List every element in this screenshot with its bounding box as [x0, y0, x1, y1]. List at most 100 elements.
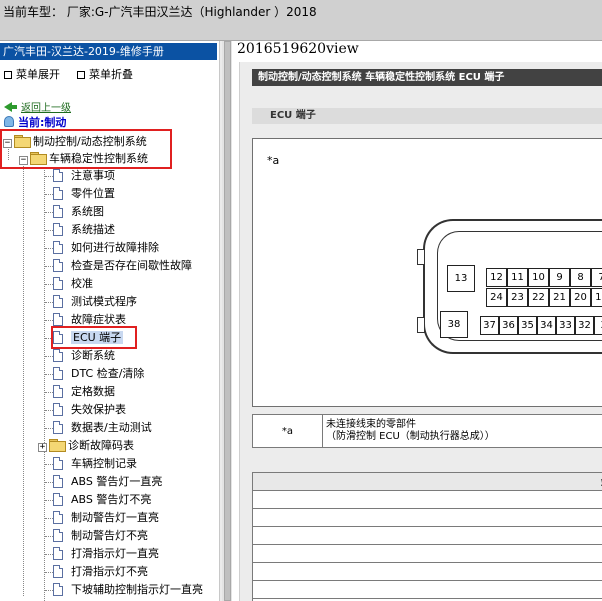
tree-item[interactable]: 诊断系统 [45, 347, 115, 365]
tree-item[interactable]: 检查是否存在间歇性故障 [45, 257, 192, 275]
connector-pin: 13 [447, 265, 475, 292]
tree-item[interactable]: ABS 警告灯一直亮 [45, 473, 163, 491]
connector-pin: 24 [486, 288, 507, 307]
highlight-box-selected-item [51, 326, 137, 349]
document-icon [53, 169, 63, 182]
current-location-label: 当前:制动 [18, 116, 67, 129]
content-panel: 2016519620view 制动控制/动态控制系统 车辆稳定性控制系统 ECU… [233, 41, 602, 601]
tree-item[interactable]: 制动警告灯一直亮 [45, 509, 159, 527]
connector-pin: 35 [518, 316, 537, 335]
connector-pin: 10 [528, 268, 549, 287]
connector-pin: 19 [591, 288, 602, 307]
back-link[interactable]: 返回上一级 [4, 99, 71, 114]
tree-item-label: 打滑指示灯不亮 [71, 565, 148, 578]
connector-pin: 36 [499, 316, 518, 335]
table-row [252, 490, 602, 509]
tree-item[interactable]: 制动警告灯不亮 [45, 527, 148, 545]
document-icon [53, 457, 63, 470]
expand-menu-button[interactable]: 菜单展开 [4, 66, 60, 82]
tree-item[interactable]: ABS 警告灯不亮 [45, 491, 151, 509]
tree-item[interactable]: 打滑指示灯不亮 [45, 563, 148, 581]
section-title: ECU 端子 [252, 108, 602, 124]
view-id: 2016519620view [237, 41, 359, 57]
tree-item[interactable]: 校准 [45, 275, 93, 293]
collapse-menu-button[interactable]: 菜单折叠 [77, 66, 133, 82]
tree-item[interactable]: 零件位置 [45, 185, 115, 203]
connector-pin: 7 [591, 268, 602, 287]
highlight-box-tree-parents [0, 129, 172, 169]
document-icon [53, 187, 63, 200]
connector-pin: 33 [556, 316, 575, 335]
connector-latch [417, 317, 425, 333]
tree-item[interactable]: 打滑指示灯一直亮 [45, 545, 159, 563]
location-pin-icon [4, 116, 14, 127]
tree-item[interactable]: 如何进行故障排除 [45, 239, 159, 257]
connector-pin: 9 [549, 268, 570, 287]
legend-table: *a 未连接线束的零部件 （防滑控制 ECU（制动执行器总成）） [252, 414, 602, 448]
tree-item-label: ABS 警告灯一直亮 [71, 475, 163, 488]
document-icon [53, 259, 63, 272]
tree-item-label: 制动警告灯一直亮 [71, 511, 159, 524]
tree-item[interactable]: + 诊断故障码表 [38, 437, 134, 455]
connector-pin: 3 [594, 316, 602, 335]
connector-pin: 37 [480, 316, 499, 335]
document-icon [53, 547, 63, 560]
document-icon [53, 475, 63, 488]
document-icon [53, 565, 63, 578]
table-row [252, 562, 602, 581]
connector-latch [417, 249, 425, 265]
connector-figure: *a 13 38 121110987 242322212019 373635343332… [252, 138, 602, 407]
tree-item[interactable]: 注意事项 [45, 167, 115, 185]
tree-item-label: 注意事项 [71, 169, 115, 182]
tree-item[interactable]: 数据表/主动测试 [45, 419, 152, 437]
manual-title[interactable]: 广汽丰田-汉兰达-2019-维修手册 [0, 43, 217, 60]
document-icon [53, 493, 63, 506]
back-link-label: 返回上一级 [21, 103, 71, 114]
tree-item[interactable]: 系统图 [45, 203, 104, 221]
tree-item-label: 如何进行故障排除 [71, 241, 159, 254]
tree-item-label: 下坡辅助控制指示灯一直亮 [71, 583, 203, 596]
connector-pin: 22 [528, 288, 549, 307]
connector-pin: 34 [537, 316, 556, 335]
expand-menu-label: 菜单展开 [16, 68, 60, 81]
tree-item-label: 检查是否存在间歇性故障 [71, 259, 192, 272]
tree-item-label: 制动警告灯不亮 [71, 529, 148, 542]
table-row [252, 580, 602, 599]
expand-toggle-icon[interactable]: + [38, 443, 47, 452]
tree-item-label: 诊断故障码表 [68, 439, 134, 452]
tree-item-label: 测试模式程序 [71, 295, 137, 308]
tree-item[interactable]: 失效保护表 [45, 401, 126, 419]
navigation-panel: 广汽丰田-汉兰达-2019-维修手册 菜单展开 菜单折叠 返回上一级 当前:制动… [0, 41, 219, 601]
table-row [252, 508, 602, 527]
tree-item[interactable]: 车辆控制记录 [45, 455, 137, 473]
document-icon [53, 367, 63, 380]
connector-pin: 12 [486, 268, 507, 287]
tree-item-label: 诊断系统 [71, 349, 115, 362]
document-icon [53, 223, 63, 236]
connector-pin: 8 [570, 268, 591, 287]
tree-item[interactable]: 下坡辅助控制指示灯一直亮 [45, 581, 203, 599]
connector-pin: 38 [440, 311, 468, 338]
tree-item[interactable]: 定格数据 [45, 383, 115, 401]
tree-item-label: 车辆控制记录 [71, 457, 137, 470]
tree-item-label: 定格数据 [71, 385, 115, 398]
tree-item-label: 数据表/主动测试 [71, 421, 152, 434]
legend-key: *a [252, 414, 323, 448]
document-header: 制动控制/动态控制系统 车辆稳定性控制系统 ECU 端子 [252, 69, 602, 86]
collapse-menu-label: 菜单折叠 [89, 68, 133, 81]
table-header-row: 端 [252, 472, 602, 491]
document-icon [53, 241, 63, 254]
document-icon [53, 529, 63, 542]
connector-pin: 20 [570, 288, 591, 307]
tree-item[interactable]: DTC 检查/清除 [45, 365, 145, 383]
legend-value-line2: （防滑控制 ECU（制动执行器总成）） [326, 431, 495, 442]
expand-icon [4, 71, 12, 79]
document-icon [53, 277, 63, 290]
tree-item[interactable]: 测试模式程序 [45, 293, 137, 311]
tree-item[interactable]: 系统描述 [45, 221, 115, 239]
tree-item-label: DTC 检查/清除 [71, 367, 145, 380]
tree-item-label: 失效保护表 [71, 403, 126, 416]
tree-scrollbar-thumb[interactable] [224, 41, 231, 601]
tree-item-label: 打滑指示灯一直亮 [71, 547, 159, 560]
document-icon [53, 205, 63, 218]
